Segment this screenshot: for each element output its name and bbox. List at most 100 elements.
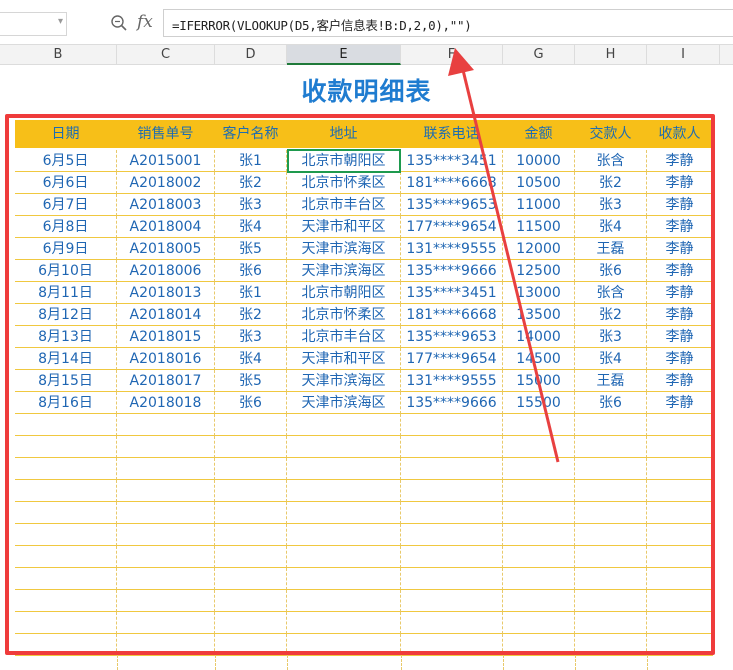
empty-cell[interactable]	[15, 458, 117, 480]
column-header-i[interactable]: I	[647, 45, 720, 65]
empty-cell[interactable]	[647, 524, 713, 546]
empty-cell[interactable]	[287, 546, 401, 568]
empty-cell[interactable]	[15, 612, 117, 634]
table-cell[interactable]: 14000	[503, 326, 575, 348]
empty-cell[interactable]	[575, 524, 647, 546]
empty-cell[interactable]	[15, 436, 117, 458]
table-cell[interactable]: 张6	[575, 260, 647, 282]
table-header-cell[interactable]: 客户名称	[215, 120, 287, 148]
table-cell[interactable]: 天津市和平区	[287, 216, 401, 238]
table-cell[interactable]: 李静	[647, 282, 713, 304]
empty-cell[interactable]	[401, 436, 503, 458]
empty-cell[interactable]	[401, 568, 503, 590]
table-cell[interactable]: 8月16日	[15, 392, 117, 414]
table-cell[interactable]: A2015001	[117, 150, 215, 172]
table-cell[interactable]: 张4	[215, 216, 287, 238]
table-cell[interactable]: 李静	[647, 194, 713, 216]
table-cell[interactable]: 8月11日	[15, 282, 117, 304]
table-cell[interactable]: 北京市怀柔区	[287, 304, 401, 326]
empty-cell[interactable]	[15, 634, 117, 656]
empty-cell[interactable]	[503, 546, 575, 568]
empty-cell[interactable]	[215, 414, 287, 436]
empty-cell[interactable]	[287, 590, 401, 612]
empty-cell[interactable]	[287, 414, 401, 436]
empty-cell[interactable]	[215, 524, 287, 546]
empty-cell[interactable]	[215, 458, 287, 480]
empty-cell[interactable]	[647, 414, 713, 436]
empty-cell[interactable]	[503, 502, 575, 524]
empty-cell[interactable]	[117, 502, 215, 524]
column-header-c[interactable]: C	[117, 45, 215, 65]
table-cell[interactable]: 张3	[215, 326, 287, 348]
column-header-d[interactable]: D	[215, 45, 287, 65]
table-cell[interactable]: 天津市和平区	[287, 348, 401, 370]
table-cell[interactable]: 12500	[503, 260, 575, 282]
empty-cell[interactable]	[117, 546, 215, 568]
column-header-b[interactable]: B	[0, 45, 117, 65]
empty-cell[interactable]	[647, 634, 713, 656]
empty-cell[interactable]	[287, 612, 401, 634]
empty-cell[interactable]	[117, 524, 215, 546]
table-cell[interactable]: 6月5日	[15, 150, 117, 172]
empty-cell[interactable]	[215, 546, 287, 568]
table-cell[interactable]: 181****6668	[401, 304, 503, 326]
table-cell[interactable]: 李静	[647, 392, 713, 414]
table-cell[interactable]: 李静	[647, 304, 713, 326]
table-cell[interactable]: A2018003	[117, 194, 215, 216]
empty-cell[interactable]	[287, 568, 401, 590]
table-cell[interactable]: 张2	[215, 304, 287, 326]
table-cell[interactable]: A2018014	[117, 304, 215, 326]
empty-cell[interactable]	[117, 590, 215, 612]
table-cell[interactable]: 8月13日	[15, 326, 117, 348]
empty-cell[interactable]	[575, 546, 647, 568]
zoom-icon[interactable]	[110, 14, 128, 32]
table-cell[interactable]: A2018016	[117, 348, 215, 370]
table-cell[interactable]: 8月15日	[15, 370, 117, 392]
empty-cell[interactable]	[287, 458, 401, 480]
table-header-cell[interactable]: 销售单号	[117, 120, 215, 148]
table-cell[interactable]: 6月6日	[15, 172, 117, 194]
table-header-cell[interactable]: 收款人	[647, 120, 713, 148]
table-cell[interactable]: 6月8日	[15, 216, 117, 238]
table-cell[interactable]: 李静	[647, 216, 713, 238]
table-cell[interactable]: 张5	[215, 238, 287, 260]
table-cell[interactable]: 李静	[647, 326, 713, 348]
empty-cell[interactable]	[117, 436, 215, 458]
table-header-cell[interactable]: 金额	[503, 120, 575, 148]
table-cell[interactable]: 李静	[647, 150, 713, 172]
table-cell[interactable]: A2018005	[117, 238, 215, 260]
table-cell[interactable]: 135****9666	[401, 260, 503, 282]
empty-cell[interactable]	[575, 634, 647, 656]
table-cell[interactable]: 张3	[215, 194, 287, 216]
column-header-g[interactable]: G	[503, 45, 575, 65]
table-cell[interactable]: A2018018	[117, 392, 215, 414]
table-cell[interactable]: 李静	[647, 238, 713, 260]
empty-cell[interactable]	[647, 502, 713, 524]
table-cell[interactable]: 13500	[503, 304, 575, 326]
empty-cell[interactable]	[575, 568, 647, 590]
table-cell[interactable]: 李静	[647, 172, 713, 194]
table-header-cell[interactable]: 日期	[15, 120, 117, 148]
table-cell[interactable]: 12000	[503, 238, 575, 260]
empty-cell[interactable]	[647, 458, 713, 480]
table-cell[interactable]: 10000	[503, 150, 575, 172]
table-cell[interactable]: 张4	[215, 348, 287, 370]
table-cell[interactable]: 135****9653	[401, 194, 503, 216]
table-cell[interactable]: 135****9666	[401, 392, 503, 414]
empty-cell[interactable]	[15, 414, 117, 436]
table-cell[interactable]: 王磊	[575, 238, 647, 260]
empty-cell[interactable]	[117, 612, 215, 634]
empty-cell[interactable]	[401, 612, 503, 634]
empty-cell[interactable]	[503, 524, 575, 546]
empty-cell[interactable]	[575, 590, 647, 612]
table-cell[interactable]: 张6	[575, 392, 647, 414]
table-cell[interactable]: 8月12日	[15, 304, 117, 326]
table-cell[interactable]: 北京市丰台区	[287, 194, 401, 216]
table-cell[interactable]: 177****9654	[401, 216, 503, 238]
table-cell[interactable]: A2018002	[117, 172, 215, 194]
table-cell[interactable]: 北京市朝阳区	[287, 150, 401, 172]
empty-cell[interactable]	[575, 612, 647, 634]
table-cell[interactable]: 张含	[575, 282, 647, 304]
empty-cell[interactable]	[117, 414, 215, 436]
table-header-cell[interactable]: 交款人	[575, 120, 647, 148]
